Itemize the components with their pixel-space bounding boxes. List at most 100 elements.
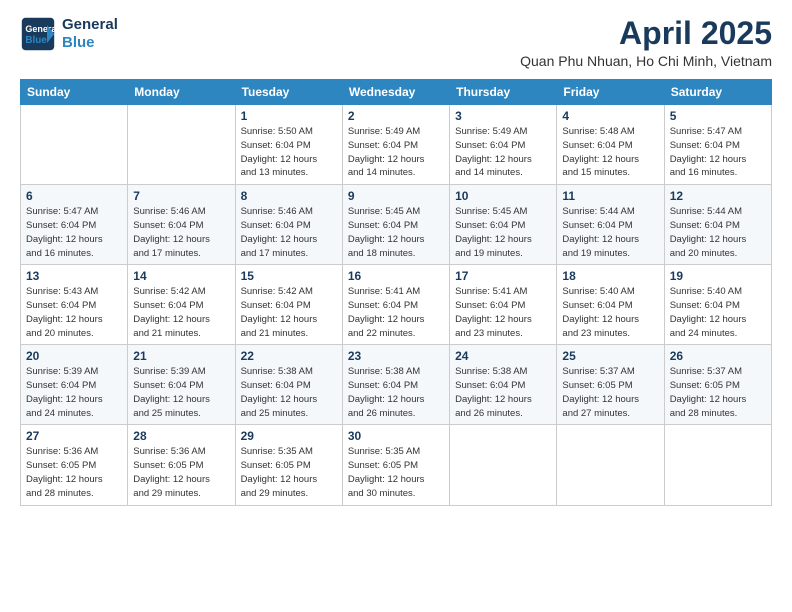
day-info: Sunrise: 5:35 AM Sunset: 6:05 PM Dayligh… <box>241 445 337 500</box>
day-number: 20 <box>26 349 122 363</box>
calendar-cell <box>557 425 664 505</box>
day-number: 27 <box>26 429 122 443</box>
calendar-cell: 7Sunrise: 5:46 AM Sunset: 6:04 PM Daylig… <box>128 185 235 265</box>
day-info: Sunrise: 5:37 AM Sunset: 6:05 PM Dayligh… <box>562 365 658 420</box>
week-row-3: 13 Sunrise: 5:43 AM Sunset: 6:04 PM Dayli… <box>21 265 772 345</box>
day-number: 1 <box>241 109 337 123</box>
calendar-cell: 15Sunrise: 5:42 AM Sunset: 6:04 PM Dayli… <box>235 265 342 345</box>
calendar-table: SundayMondayTuesdayWednesdayThursdayFrid… <box>20 79 772 505</box>
day-info: Sunrise: 5:42 AM Sunset: 6:04 PM Dayligh… <box>241 285 337 340</box>
logo-icon: General Blue <box>20 16 56 52</box>
day-info: Sunrise: 5:45 AM Sunset: 6:04 PM Dayligh… <box>348 205 444 260</box>
day-info: Sunrise: 5:36 AM Sunset: 6:05 PM Dayligh… <box>133 445 229 500</box>
calendar-body: 1 Sunrise: 5:50 AM Sunset: 6:04 PM Daylig… <box>21 105 772 505</box>
calendar-cell: 20Sunrise: 5:39 AM Sunset: 6:04 PM Dayli… <box>21 345 128 425</box>
calendar-cell <box>128 105 235 185</box>
calendar-cell: 24 Sunrise: 5:38 AM Sunset: 6:04 PM Dayli… <box>450 345 557 425</box>
day-number: 4 <box>562 109 658 123</box>
day-info: Sunrise: 5:47 AM Sunset: 6:04 PM Dayligh… <box>26 205 122 260</box>
day-info: Sunrise: 5:38 AM Sunset: 6:04 PM Dayligh… <box>241 365 337 420</box>
calendar-cell: 25 Sunrise: 5:37 AM Sunset: 6:05 PM Dayli… <box>557 345 664 425</box>
day-number: 30 <box>348 429 444 443</box>
day-info: Sunrise: 5:37 AM Sunset: 6:05 PM Dayligh… <box>670 365 766 420</box>
day-number: 13 <box>26 269 122 283</box>
logo: General Blue General Blue <box>20 16 118 52</box>
calendar-cell <box>21 105 128 185</box>
weekday-header-friday: Friday <box>557 80 664 105</box>
day-number: 8 <box>241 189 337 203</box>
calendar-cell: 14Sunrise: 5:42 AM Sunset: 6:04 PM Dayli… <box>128 265 235 345</box>
calendar-header: SundayMondayTuesdayWednesdayThursdayFrid… <box>21 80 772 105</box>
weekday-header-tuesday: Tuesday <box>235 80 342 105</box>
weekday-header-saturday: Saturday <box>664 80 771 105</box>
day-info: Sunrise: 5:41 AM Sunset: 6:04 PM Dayligh… <box>455 285 551 340</box>
weekday-row: SundayMondayTuesdayWednesdayThursdayFrid… <box>21 80 772 105</box>
calendar-cell: 27Sunrise: 5:36 AM Sunset: 6:05 PM Dayli… <box>21 425 128 505</box>
calendar-cell: 17 Sunrise: 5:41 AM Sunset: 6:04 PM Dayli… <box>450 265 557 345</box>
day-number: 25 <box>562 349 658 363</box>
calendar-cell: 5 Sunrise: 5:47 AM Sunset: 6:04 PM Daylig… <box>664 105 771 185</box>
day-info: Sunrise: 5:45 AM Sunset: 6:04 PM Dayligh… <box>455 205 551 260</box>
day-number: 28 <box>133 429 229 443</box>
day-info: Sunrise: 5:44 AM Sunset: 6:04 PM Dayligh… <box>562 205 658 260</box>
day-info: Sunrise: 5:44 AM Sunset: 6:04 PM Dayligh… <box>670 205 766 260</box>
weekday-header-wednesday: Wednesday <box>342 80 449 105</box>
day-info: Sunrise: 5:38 AM Sunset: 6:04 PM Dayligh… <box>455 365 551 420</box>
day-number: 9 <box>348 189 444 203</box>
calendar-cell: 26Sunrise: 5:37 AM Sunset: 6:05 PM Dayli… <box>664 345 771 425</box>
week-row-4: 20Sunrise: 5:39 AM Sunset: 6:04 PM Dayli… <box>21 345 772 425</box>
weekday-header-monday: Monday <box>128 80 235 105</box>
calendar-cell: 6 Sunrise: 5:47 AM Sunset: 6:04 PM Daylig… <box>21 185 128 265</box>
calendar-cell: 12Sunrise: 5:44 AM Sunset: 6:04 PM Dayli… <box>664 185 771 265</box>
calendar-cell: 18 Sunrise: 5:40 AM Sunset: 6:04 PM Dayli… <box>557 265 664 345</box>
day-number: 2 <box>348 109 444 123</box>
calendar-cell: 8Sunrise: 5:46 AM Sunset: 6:04 PM Daylig… <box>235 185 342 265</box>
location: Quan Phu Nhuan, Ho Chi Minh, Vietnam <box>520 53 772 69</box>
week-row-5: 27 Sunrise: 5:36 AM Sunset: 6:05 PM Dayli… <box>21 425 772 505</box>
day-info: Sunrise: 5:47 AM Sunset: 6:04 PM Dayligh… <box>670 125 766 180</box>
calendar-cell: 4 Sunrise: 5:48 AM Sunset: 6:04 PM Daylig… <box>557 105 664 185</box>
day-number: 24 <box>455 349 551 363</box>
day-info: Sunrise: 5:38 AM Sunset: 6:04 PM Dayligh… <box>348 365 444 420</box>
header: General Blue General Blue April 2025 Qua… <box>20 16 772 69</box>
week-row-1: 1 Sunrise: 5:50 AM Sunset: 6:04 PM Daylig… <box>21 105 772 185</box>
day-info: Sunrise: 5:50 AM Sunset: 6:04 PM Dayligh… <box>241 125 337 180</box>
day-info: Sunrise: 5:49 AM Sunset: 6:04 PM Dayligh… <box>348 125 444 180</box>
day-number: 6 <box>26 189 122 203</box>
day-number: 22 <box>241 349 337 363</box>
day-number: 3 <box>455 109 551 123</box>
day-info: Sunrise: 5:35 AM Sunset: 6:05 PM Dayligh… <box>348 445 444 500</box>
svg-text:Blue: Blue <box>25 35 47 46</box>
calendar-cell: 11 Sunrise: 5:44 AM Sunset: 6:04 PM Dayli… <box>557 185 664 265</box>
day-number: 5 <box>670 109 766 123</box>
weekday-header-thursday: Thursday <box>450 80 557 105</box>
day-info: Sunrise: 5:42 AM Sunset: 6:04 PM Dayligh… <box>133 285 229 340</box>
day-info: Sunrise: 5:40 AM Sunset: 6:04 PM Dayligh… <box>562 285 658 340</box>
week-row-2: 6 Sunrise: 5:47 AM Sunset: 6:04 PM Daylig… <box>21 185 772 265</box>
calendar-cell: 22 Sunrise: 5:38 AM Sunset: 6:04 PM Dayli… <box>235 345 342 425</box>
day-info: Sunrise: 5:43 AM Sunset: 6:04 PM Dayligh… <box>26 285 122 340</box>
day-number: 16 <box>348 269 444 283</box>
calendar-cell <box>664 425 771 505</box>
day-number: 23 <box>348 349 444 363</box>
calendar-cell: 10Sunrise: 5:45 AM Sunset: 6:04 PM Dayli… <box>450 185 557 265</box>
day-number: 21 <box>133 349 229 363</box>
logo-text: General Blue <box>62 16 118 52</box>
day-number: 19 <box>670 269 766 283</box>
day-number: 11 <box>562 189 658 203</box>
calendar-cell: 30 Sunrise: 5:35 AM Sunset: 6:05 PM Dayli… <box>342 425 449 505</box>
day-number: 17 <box>455 269 551 283</box>
day-info: Sunrise: 5:49 AM Sunset: 6:04 PM Dayligh… <box>455 125 551 180</box>
day-info: Sunrise: 5:40 AM Sunset: 6:04 PM Dayligh… <box>670 285 766 340</box>
day-info: Sunrise: 5:41 AM Sunset: 6:04 PM Dayligh… <box>348 285 444 340</box>
calendar-cell: 3 Sunrise: 5:49 AM Sunset: 6:04 PM Daylig… <box>450 105 557 185</box>
calendar-cell: 21Sunrise: 5:39 AM Sunset: 6:04 PM Dayli… <box>128 345 235 425</box>
page: General Blue General Blue April 2025 Qua… <box>0 0 792 612</box>
calendar-cell: 23 Sunrise: 5:38 AM Sunset: 6:04 PM Dayli… <box>342 345 449 425</box>
day-info: Sunrise: 5:48 AM Sunset: 6:04 PM Dayligh… <box>562 125 658 180</box>
day-number: 18 <box>562 269 658 283</box>
calendar-cell: 9 Sunrise: 5:45 AM Sunset: 6:04 PM Daylig… <box>342 185 449 265</box>
calendar-cell: 29Sunrise: 5:35 AM Sunset: 6:05 PM Dayli… <box>235 425 342 505</box>
month-title: April 2025 <box>520 16 772 51</box>
calendar-cell: 13 Sunrise: 5:43 AM Sunset: 6:04 PM Dayli… <box>21 265 128 345</box>
